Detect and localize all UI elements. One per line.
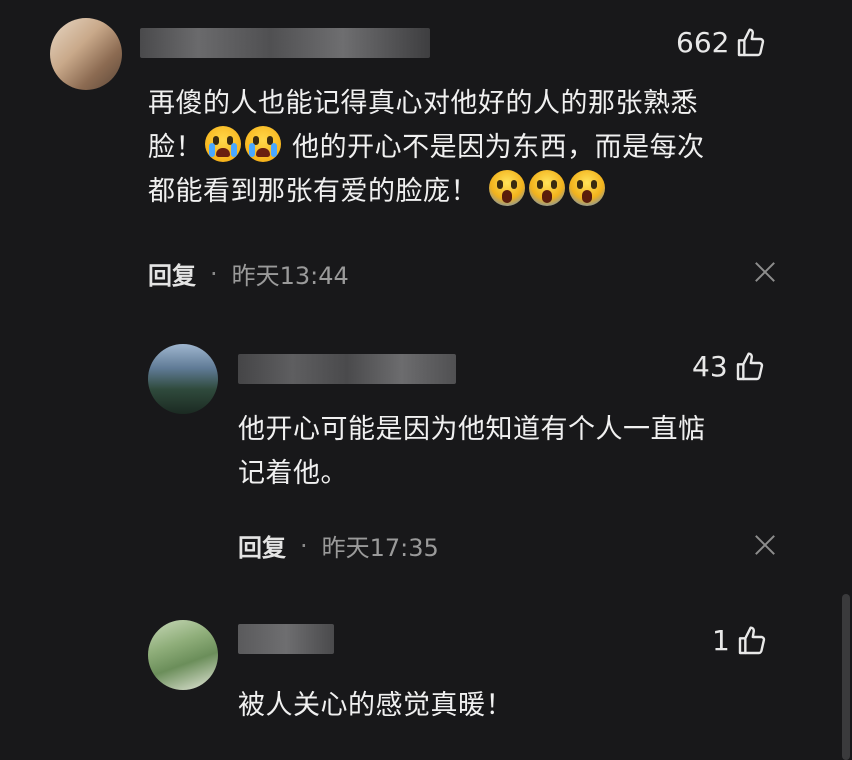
comment-text: 被人关心的感觉真暖！ xyxy=(238,684,513,728)
face-screaming-emoji xyxy=(489,170,526,206)
comment-line: 都能看到那张有爱的脸庞！ xyxy=(148,170,705,214)
close-icon[interactable] xyxy=(754,261,776,283)
avatar[interactable] xyxy=(148,620,218,690)
thumbs-up-icon xyxy=(738,27,765,56)
comment-line: 记着他。 xyxy=(238,458,348,489)
loudly-crying-face-emoji xyxy=(245,126,281,162)
like-button[interactable]: 1 xyxy=(712,624,768,657)
like-button[interactable]: 43 xyxy=(692,350,766,383)
like-count: 662 xyxy=(676,26,730,59)
like-button[interactable]: 662 xyxy=(676,26,767,59)
username-redacted[interactable] xyxy=(238,624,334,654)
username-redacted[interactable] xyxy=(238,354,456,384)
like-count: 1 xyxy=(712,624,730,657)
avatar[interactable] xyxy=(148,344,218,414)
separator-dot: · xyxy=(210,259,218,288)
comment-line: 被人关心的感觉真暖！ xyxy=(238,690,513,721)
comment-time: 昨天13:44 xyxy=(231,262,349,290)
comment-line: 他开心可能是因为他知道有个人一直惦 xyxy=(238,414,706,445)
thumbs-up-icon xyxy=(736,351,763,380)
face-screaming-emoji xyxy=(569,170,606,206)
like-count: 43 xyxy=(692,350,728,383)
reply-item: 43 他开心可能是因为他知道有个人一直惦 记着他。 回复 · 昨天17:35 xyxy=(0,330,852,570)
reply-button[interactable]: 回复 xyxy=(148,256,196,291)
thumbs-up-icon xyxy=(738,625,765,654)
username-redacted[interactable] xyxy=(140,28,430,58)
comment-line: 脸！ 他的开心不是因为东西，而是每次 xyxy=(148,126,705,170)
reply-item: 1 被人关心的感觉真暖！ xyxy=(0,604,852,760)
reply-button[interactable]: 回复 xyxy=(238,528,286,563)
comment-text: 他开心可能是因为他知道有个人一直惦 记着他。 xyxy=(238,408,706,496)
face-screaming-emoji xyxy=(529,170,566,206)
separator-dot: · xyxy=(300,531,308,560)
comment-meta: 回复 · 昨天17:35 xyxy=(238,528,439,563)
close-icon[interactable] xyxy=(754,534,776,556)
comment-text: 再傻的人也能记得真心对他好的人的那张熟悉 脸！ 他的开心不是因为东西，而是每次 … xyxy=(148,82,705,214)
comment-time: 昨天17:35 xyxy=(321,534,439,562)
avatar[interactable] xyxy=(50,18,122,90)
loudly-crying-face-emoji xyxy=(205,126,241,162)
scrollbar[interactable] xyxy=(842,594,850,760)
comment-line: 再傻的人也能记得真心对他好的人的那张熟悉 xyxy=(148,88,698,119)
comment-item: 662 再傻的人也能记得真心对他好的人的那张熟悉 脸！ 他的开心不是因为东西，而… xyxy=(0,0,852,300)
comment-meta: 回复 · 昨天13:44 xyxy=(148,256,349,291)
